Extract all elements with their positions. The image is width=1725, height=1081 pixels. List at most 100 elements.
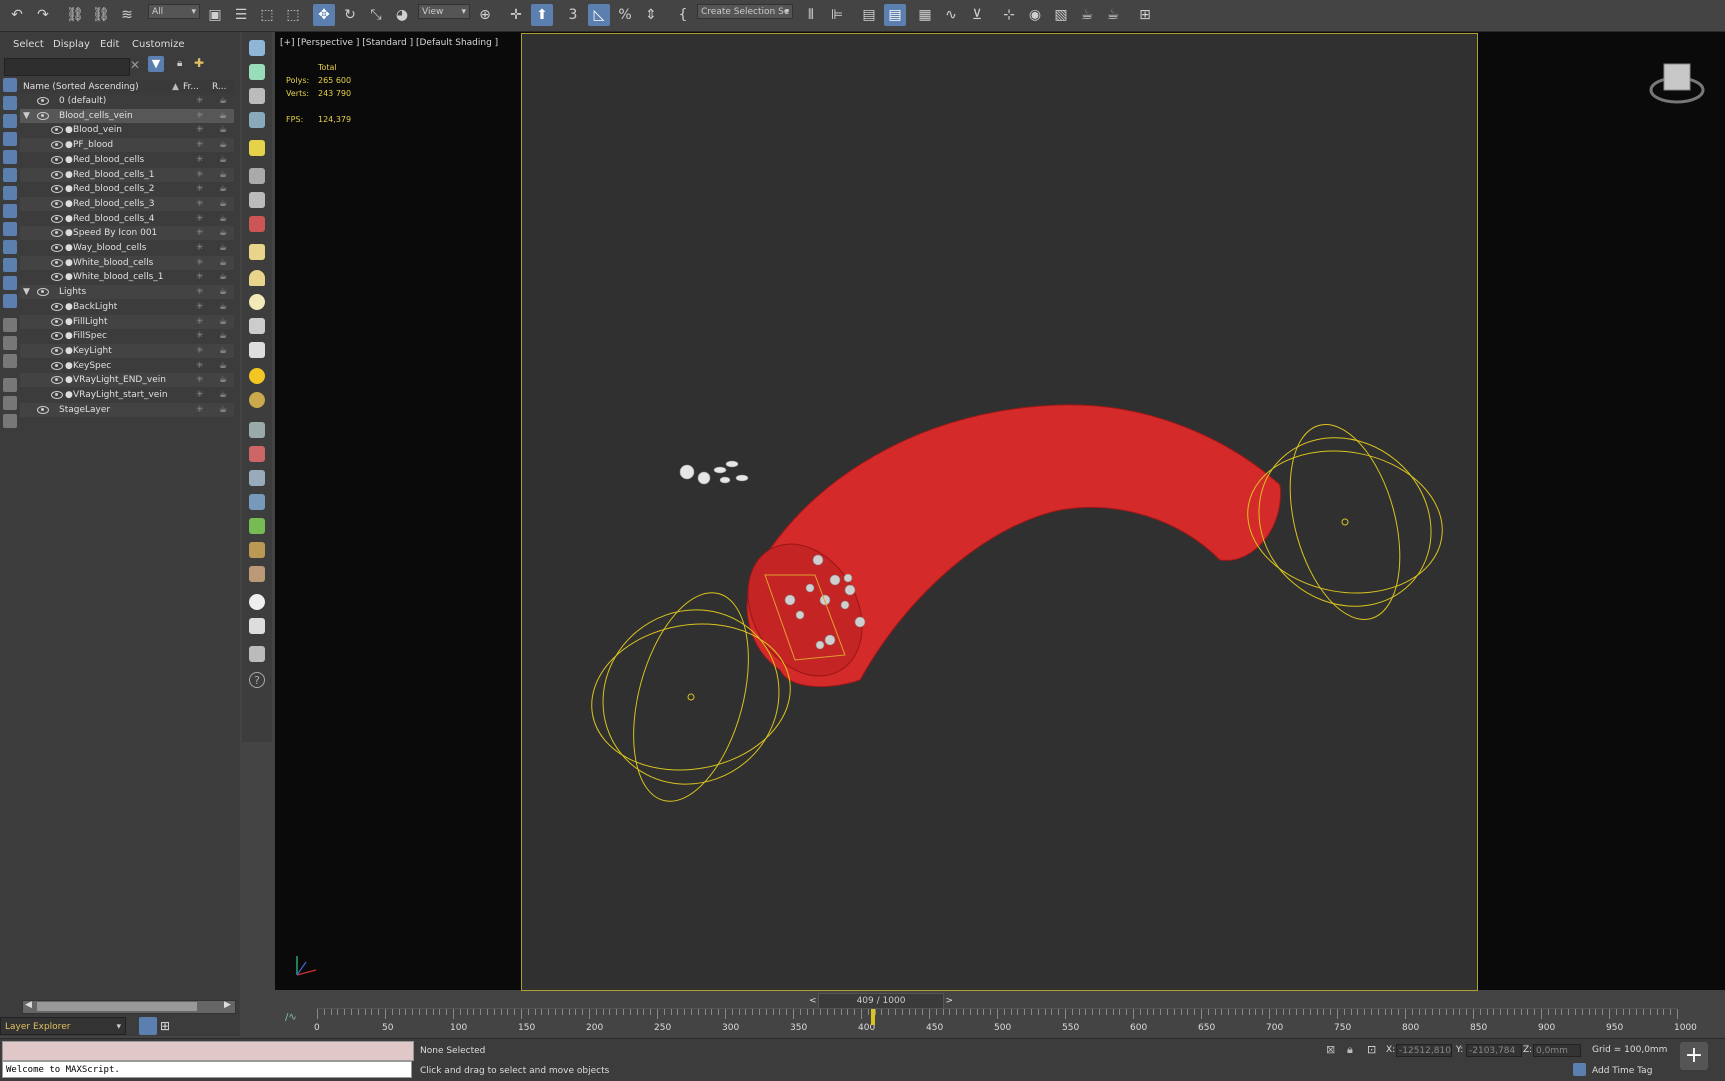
timeline-tick-mark: [908, 1009, 910, 1015]
timeline-tick-mark: [602, 1009, 604, 1015]
timeline-tick-mark: [840, 1009, 842, 1015]
maxscript-output[interactable]: Welcome to MAXScript.: [2, 1061, 412, 1078]
timeline-tick-label: 1000: [1674, 1023, 1697, 1033]
timeline-tick-mark: [1187, 1009, 1189, 1015]
timeline-tick-mark: [1112, 1009, 1114, 1015]
timeline-tick-mark: [1248, 1009, 1250, 1015]
timeline-tick-mark: [1364, 1009, 1366, 1015]
timeline-tick-mark: [1316, 1009, 1318, 1015]
timeline-tick-label: 50: [382, 1023, 394, 1033]
timeline-tick-mark: [1541, 1009, 1542, 1019]
selection-lock-icon[interactable]: 🔒︎: [1347, 1043, 1353, 1057]
timeline-tick-mark: [745, 1009, 747, 1015]
time-tag-icon[interactable]: [1573, 1063, 1586, 1076]
next-frame-icon[interactable]: >: [945, 994, 953, 1008]
timeline-tick-mark: [786, 1009, 788, 1015]
timeline-tick-mark: [1235, 1009, 1236, 1015]
timeline-tick-label: 500: [994, 1023, 1012, 1033]
timeline-tick-mark: [731, 1009, 733, 1015]
timeline-tick-mark: [1466, 1009, 1468, 1015]
timeline-tick-mark: [1561, 1009, 1563, 1015]
timeline-tick-mark: [500, 1009, 502, 1015]
timeline-tick-label: 250: [654, 1023, 672, 1033]
timeline-tick-mark: [412, 1009, 414, 1015]
timeline-tick-mark: [493, 1009, 495, 1015]
timeline-tick-mark: [1629, 1009, 1631, 1015]
timeline-tick-mark: [1398, 1009, 1400, 1015]
timeline-tick-mark: [820, 1009, 822, 1015]
timeline-tick-mark: [1173, 1009, 1175, 1015]
timeline-tick-label: 600: [1130, 1023, 1148, 1033]
timeline-tick-mark: [643, 1009, 645, 1015]
timeline-tick-mark: [317, 1009, 318, 1019]
timeline-tick-mark: [1371, 1009, 1372, 1015]
timeline-tick-mark: [1160, 1009, 1162, 1015]
timeline-tick-mark: [888, 1009, 890, 1015]
timeline-tick-mark: [935, 1009, 937, 1015]
timeline-tick-label: 700: [1266, 1023, 1284, 1033]
timeline-tick-mark: [1575, 1009, 1576, 1015]
add-time-tag-button[interactable]: Add Time Tag: [1592, 1066, 1652, 1076]
timeline-tick-mark: [1459, 1009, 1461, 1015]
timeline-tick-mark: [867, 1009, 869, 1015]
timeline-tick-mark: [521, 1009, 522, 1019]
timeline-tick-mark: [1031, 1009, 1032, 1015]
timeline-tick-label: 350: [790, 1023, 808, 1033]
timeline-tick-mark: [1221, 1009, 1223, 1015]
timeline-tick-mark: [555, 1009, 556, 1015]
timeline-tick-mark: [711, 1009, 713, 1015]
grid-size-label: Grid = 100,0mm: [1592, 1045, 1668, 1055]
timeline-tick-mark: [1445, 1009, 1447, 1015]
absolute-transform-icon[interactable]: ⊡: [1367, 1043, 1376, 1056]
timeline-tick-mark: [453, 1009, 454, 1019]
timeline-tick-mark: [997, 1009, 998, 1019]
timeline-tick-mark: [691, 1009, 692, 1015]
timeline-tick-label: 450: [926, 1023, 944, 1033]
timeline-tick-mark: [1432, 1009, 1434, 1015]
timeline-tick-label: 650: [1198, 1023, 1216, 1033]
timeline-tick-mark: [1663, 1009, 1665, 1015]
timeline-tick-mark: [738, 1009, 740, 1015]
timeline-tick-mark: [1146, 1009, 1148, 1015]
timeline-tick-mark: [405, 1009, 407, 1015]
timeline-tick-mark: [391, 1009, 393, 1015]
z-coordinate-field[interactable]: 0,0mm: [1533, 1044, 1581, 1057]
timeline-tick-mark: [1507, 1009, 1508, 1015]
timeline-tick-mark: [1024, 1009, 1026, 1015]
prev-frame-icon[interactable]: <: [809, 994, 817, 1008]
timeline-tick-mark: [752, 1009, 754, 1015]
timeline-ruler[interactable]: 0 50 100 150 200 250 300 350 400 450 500 550 600 650 7…: [314, 1008, 1697, 1035]
timeline-tick-mark: [765, 1009, 767, 1015]
timeline-tick-mark: [881, 1009, 883, 1015]
maxscript-listener-input[interactable]: [2, 1041, 414, 1061]
timeline-tick-mark: [759, 1009, 760, 1015]
viewcube-icon: [1649, 63, 1705, 104]
timeline-tick-mark: [806, 1009, 808, 1015]
y-coordinate-field[interactable]: -2103,784: [1466, 1044, 1522, 1057]
timeline-tick-label: 750: [1334, 1023, 1352, 1033]
timeline-tick-mark: [1500, 1009, 1502, 1015]
time-slider[interactable]: < 409 / 1000 >: [809, 993, 953, 1009]
timeline-tick-mark: [1099, 1009, 1100, 1015]
isolate-selection-icon[interactable]: ⊠: [1326, 1043, 1335, 1056]
timeline-tick-mark: [351, 1009, 352, 1015]
x-coordinate-field[interactable]: -12512,810: [1396, 1044, 1452, 1057]
curve-editor-mini-icon[interactable]: /∿: [285, 1012, 297, 1023]
timeline-tick-mark: [337, 1009, 339, 1015]
timeline-tick-mark: [915, 1009, 917, 1015]
timeline-tick-mark: [1289, 1009, 1291, 1015]
timeline-tick-mark: [1337, 1009, 1338, 1019]
timeline-tick-mark: [901, 1009, 903, 1015]
timeline-tick-mark: [963, 1009, 964, 1015]
timeline-tick-mark: [595, 1009, 597, 1015]
set-key-plus-icon[interactable]: +: [1680, 1042, 1708, 1070]
current-frame-marker[interactable]: [871, 1009, 876, 1025]
timeline-tick-mark: [1092, 1009, 1094, 1015]
timeline-tick-mark: [833, 1009, 835, 1015]
timeline-tick-mark: [990, 1009, 992, 1015]
timeline-tick-mark: [1656, 1009, 1658, 1015]
timeline-tick-mark: [629, 1009, 631, 1015]
timeline-tick-mark: [561, 1009, 563, 1015]
track-bar[interactable]: /∿ 0 50 100 150 200 250 300 350 400 450 500 550 600 6…: [275, 1008, 1725, 1034]
timeline-tick-mark: [969, 1009, 971, 1015]
